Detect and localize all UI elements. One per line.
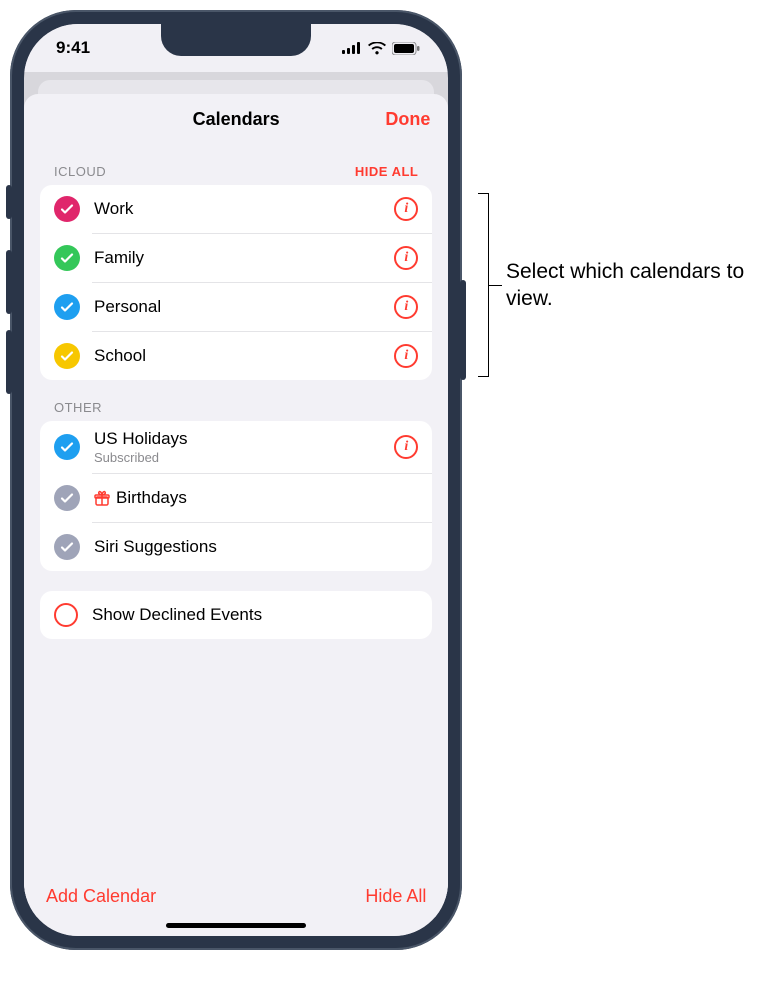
other-card: US Holidays Subscribed i — [40, 421, 432, 571]
callout-text: Select which calendars to view. — [506, 258, 756, 313]
show-declined-label: Show Declined Events — [92, 605, 418, 625]
calendars-sheet: Calendars Done ICLOUD HIDE ALL — [24, 94, 448, 936]
checkmark-icon — [54, 343, 80, 369]
bottom-toolbar: Add Calendar Hide All — [24, 870, 448, 917]
checkmark-icon — [54, 534, 80, 560]
calendar-name: Personal — [94, 297, 380, 317]
hide-all-icloud-button[interactable]: HIDE ALL — [355, 164, 418, 179]
unchecked-circle-icon — [54, 603, 78, 627]
home-indicator[interactable] — [166, 923, 306, 928]
calendar-row-family[interactable]: Family i — [40, 234, 432, 282]
checkmark-icon — [54, 196, 80, 222]
notch — [161, 24, 311, 56]
battery-icon — [392, 42, 420, 55]
icloud-card: Work i Family i — [40, 185, 432, 380]
calendar-row-birthdays[interactable]: Birthdays — [40, 474, 432, 522]
calendar-subtitle: Subscribed — [94, 450, 380, 465]
show-declined-row[interactable]: Show Declined Events — [40, 591, 432, 639]
sheet-title: Calendars — [193, 109, 280, 130]
calendar-row-us-holidays[interactable]: US Holidays Subscribed i — [40, 421, 432, 473]
other-section-header: OTHER — [40, 380, 432, 421]
volume-up-button[interactable] — [6, 250, 12, 314]
done-button[interactable]: Done — [385, 109, 430, 130]
calendar-name: Work — [94, 199, 380, 219]
info-button[interactable]: i — [394, 197, 418, 221]
callout-bracket — [478, 185, 494, 385]
side-button[interactable] — [460, 280, 466, 380]
icloud-label: ICLOUD — [54, 164, 106, 179]
checkmark-icon — [54, 434, 80, 460]
add-calendar-button[interactable]: Add Calendar — [46, 886, 156, 907]
sheet-header: Calendars Done — [24, 94, 448, 144]
info-button[interactable]: i — [394, 295, 418, 319]
calendar-row-siri[interactable]: Siri Suggestions — [40, 523, 432, 571]
declined-card: Show Declined Events — [40, 591, 432, 639]
checkmark-icon — [54, 245, 80, 271]
hide-all-button[interactable]: Hide All — [365, 886, 426, 907]
checkmark-icon — [54, 294, 80, 320]
calendar-name: School — [94, 346, 380, 366]
silent-switch[interactable] — [6, 185, 12, 219]
calendar-name: Family — [94, 248, 380, 268]
calendar-name: Birthdays — [116, 488, 187, 508]
info-button[interactable]: i — [394, 246, 418, 270]
cellular-icon — [342, 42, 362, 54]
calendar-name: Siri Suggestions — [94, 537, 418, 557]
screen: 9:41 — [24, 24, 448, 936]
info-button[interactable]: i — [394, 344, 418, 368]
calendar-row-work[interactable]: Work i — [40, 185, 432, 233]
wifi-icon — [368, 42, 386, 55]
gift-icon — [94, 490, 110, 506]
calendar-name: US Holidays — [94, 429, 380, 449]
phone-frame: 9:41 — [10, 10, 462, 950]
status-time: 9:41 — [56, 38, 90, 58]
other-label: OTHER — [54, 400, 102, 415]
info-button[interactable]: i — [394, 435, 418, 459]
calendar-row-personal[interactable]: Personal i — [40, 283, 432, 331]
callout: Select which calendars to view. — [478, 185, 756, 385]
volume-down-button[interactable] — [6, 330, 12, 394]
checkmark-icon — [54, 485, 80, 511]
calendar-row-school[interactable]: School i — [40, 332, 432, 380]
icloud-section-header: ICLOUD HIDE ALL — [40, 144, 432, 185]
